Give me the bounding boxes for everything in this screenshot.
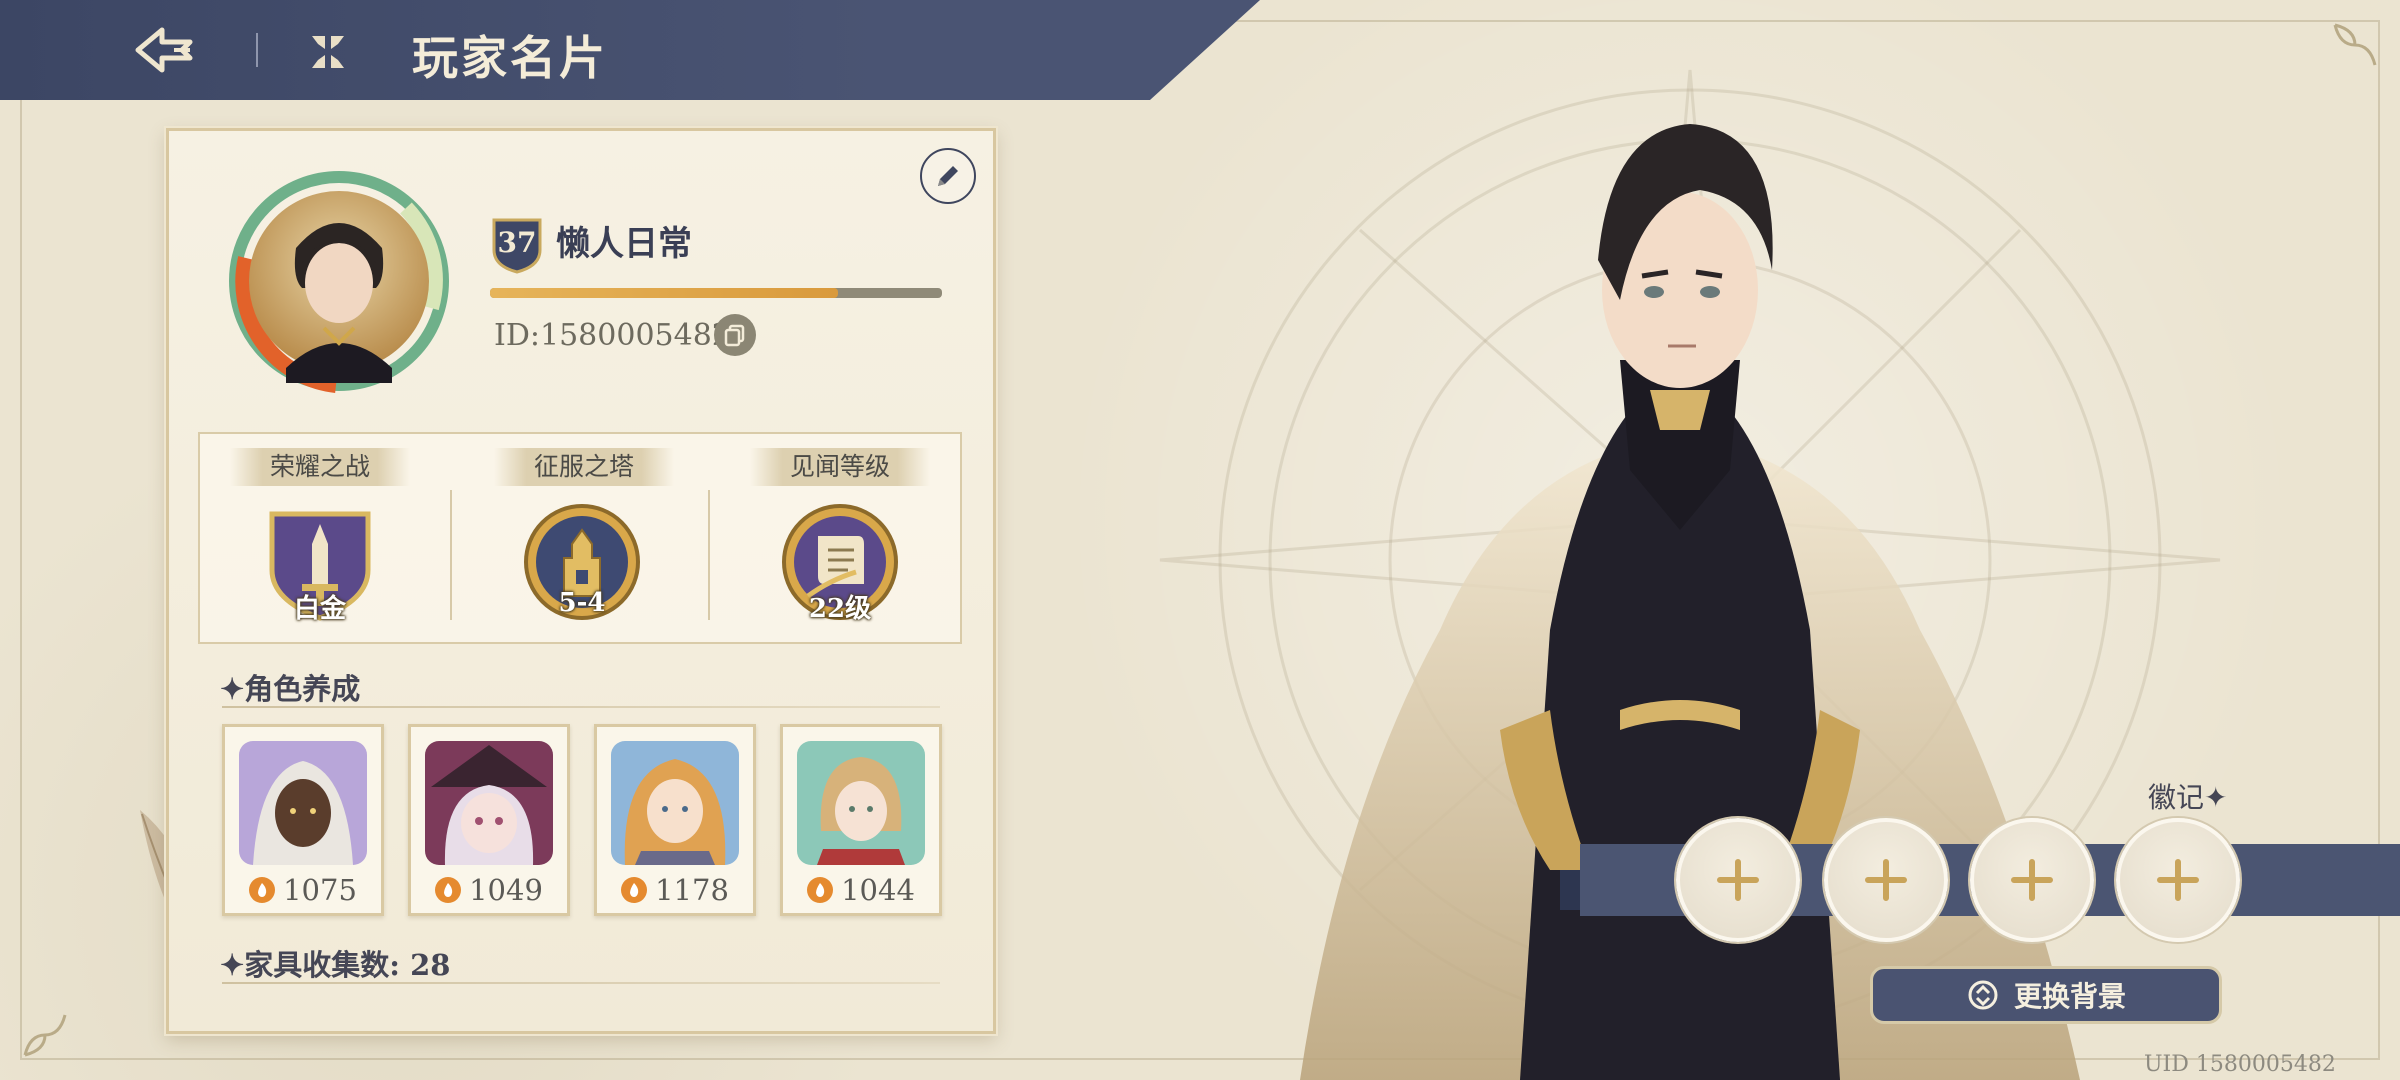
character-card[interactable]: 1075	[222, 724, 384, 916]
character-power: 1044	[841, 873, 915, 907]
stat-value-glory: 白金	[293, 594, 346, 624]
stat-value-insight: 22级	[808, 594, 872, 624]
player-level: 37	[497, 226, 537, 259]
character-illustration	[1300, 124, 2080, 1080]
pencil-icon	[938, 166, 958, 186]
plus-icon	[1865, 859, 1907, 901]
character-power-row: 1075	[225, 871, 381, 909]
plus-icon	[1717, 859, 1759, 901]
player-avatar[interactable]	[226, 168, 452, 394]
xp-bar	[490, 288, 942, 298]
flame-icon	[807, 877, 834, 903]
stat-divider	[450, 490, 452, 620]
character-portrait	[425, 741, 553, 865]
corner-ornament-icon	[2333, 23, 2377, 66]
edit-profile-button[interactable]	[920, 148, 976, 204]
flame-icon	[435, 877, 462, 903]
player-id: ID:1580005482	[494, 318, 731, 353]
character-card[interactable]: 1178	[594, 724, 756, 916]
change-background-label: 更换背景	[2013, 980, 2126, 1013]
plus-icon	[2157, 859, 2199, 901]
stat-divider	[708, 490, 710, 620]
character-portrait	[239, 741, 367, 865]
menu-grid-icon[interactable]	[308, 32, 348, 72]
character-power: 1049	[469, 873, 543, 907]
badge-title: 徽记✦	[2148, 781, 2228, 814]
character-power: 1075	[283, 873, 357, 907]
badge-slot-4[interactable]	[2116, 818, 2240, 942]
swap-icon	[1968, 980, 1998, 1010]
badge-slot-3[interactable]	[1970, 818, 2094, 942]
corner-ornament-icon	[23, 1014, 67, 1057]
character-power-row: 1178	[597, 871, 753, 909]
header-divider	[256, 33, 258, 67]
back-arrow-icon[interactable]	[132, 22, 196, 78]
copy-icon	[724, 324, 745, 347]
stat-label-insight: 见闻等级	[750, 448, 930, 486]
character-card[interactable]: 1049	[408, 724, 570, 916]
player-name: 懒人日常	[556, 224, 692, 264]
characters-section-title: ✦角色养成	[220, 672, 361, 706]
character-power-row: 1044	[783, 871, 939, 909]
plus-icon	[2011, 859, 2053, 901]
stat-label-tower: 征服之塔	[494, 448, 674, 486]
flame-icon	[249, 877, 276, 903]
xp-bar-fill	[490, 288, 839, 298]
section-divider	[222, 982, 940, 984]
furniture-count: ✦家具收集数: 28	[220, 948, 451, 982]
page-title: 玩家名片	[412, 31, 608, 85]
change-background-button[interactable]: 更换背景	[1870, 966, 2222, 1024]
stat-value-tower: 5-4	[558, 588, 606, 618]
uid-footer: UID 1580005482	[2144, 1052, 2336, 1077]
flame-icon	[621, 877, 648, 903]
character-card[interactable]: 1044	[780, 724, 942, 916]
badge-slot-1[interactable]	[1676, 818, 1800, 942]
character-power: 1178	[655, 873, 729, 907]
copy-id-button[interactable]	[714, 314, 756, 356]
character-portrait	[611, 741, 739, 865]
section-divider	[222, 706, 940, 708]
character-power-row: 1049	[411, 871, 567, 909]
badge-slot-2[interactable]	[1824, 818, 1948, 942]
stat-label-glory: 荣耀之战	[230, 448, 410, 486]
character-portrait	[797, 741, 925, 865]
